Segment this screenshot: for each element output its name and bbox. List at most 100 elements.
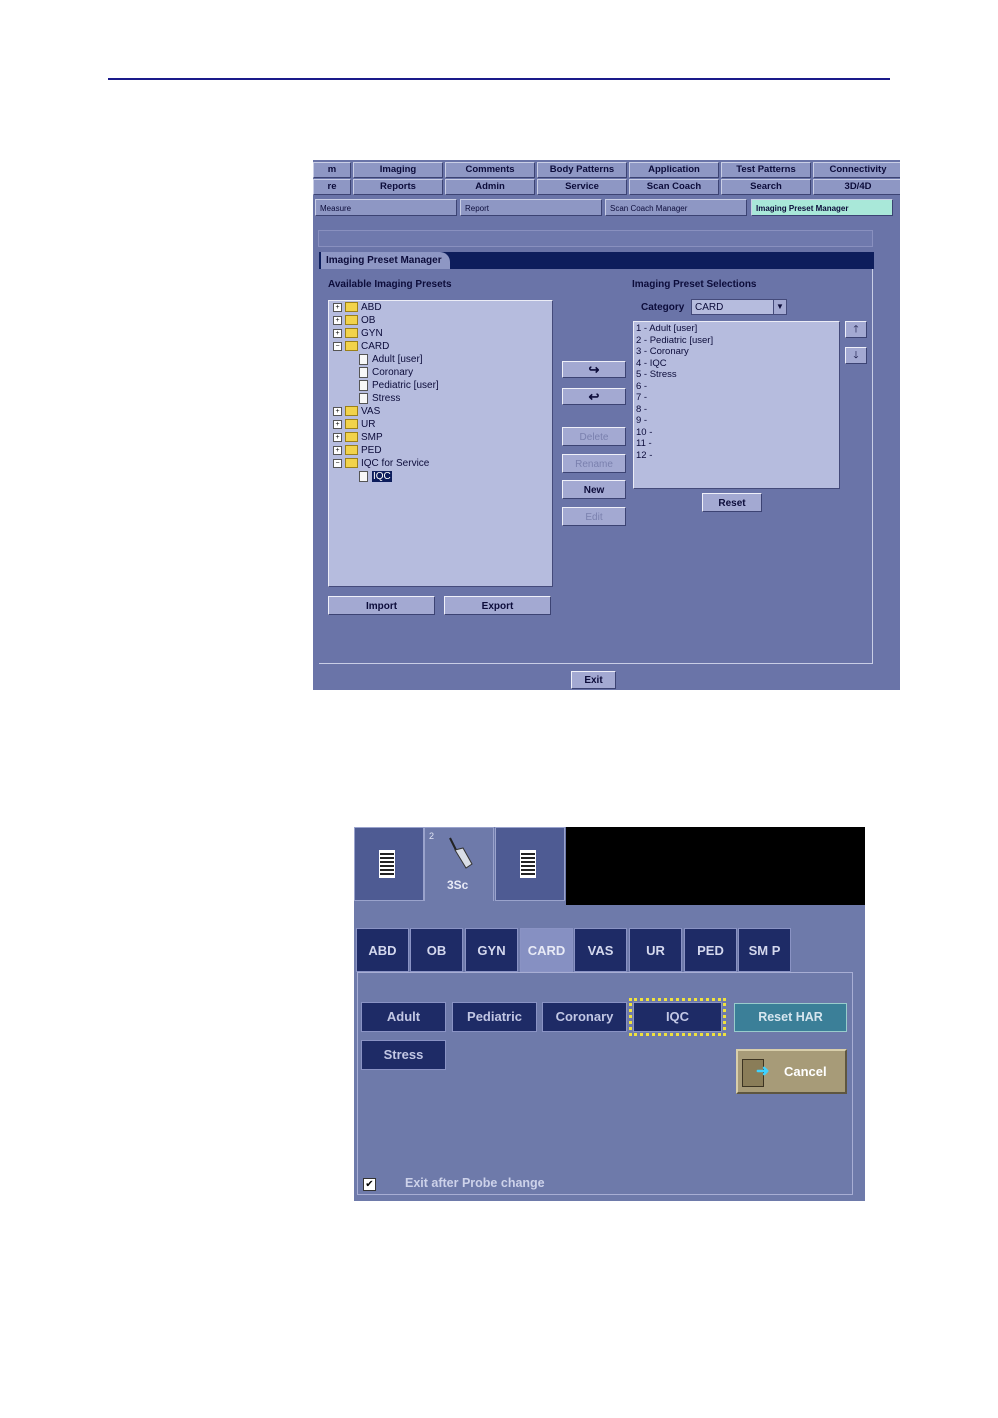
expand-plus-icon[interactable]: + bbox=[333, 315, 342, 325]
selection-slot-4[interactable]: 4 - IQC bbox=[636, 358, 667, 369]
preset-coronary-button[interactable]: Coronary bbox=[542, 1002, 627, 1032]
subtab-measure[interactable]: Measure bbox=[315, 199, 457, 216]
top-tabs-row-1: m Imaging Comments Body Patterns Applica… bbox=[313, 162, 900, 178]
tab-imaging[interactable]: Imaging bbox=[353, 162, 443, 178]
selection-slot-6[interactable]: 6 - bbox=[636, 381, 647, 392]
document-icon bbox=[359, 354, 368, 365]
subtab-report[interactable]: Report bbox=[460, 199, 602, 216]
category-gyn-button[interactable]: GYN bbox=[465, 928, 518, 972]
selection-slot-2[interactable]: 2 - Pediatric [user] bbox=[636, 335, 713, 346]
tab-search[interactable]: Search bbox=[721, 179, 811, 195]
move-right-arrow-icon[interactable]: ↪ bbox=[562, 361, 626, 378]
preset-pediatric-button[interactable]: Pediatric bbox=[452, 1002, 537, 1032]
selection-slot-8[interactable]: 8 - bbox=[636, 404, 647, 415]
tab-reports[interactable]: Reports bbox=[353, 179, 443, 195]
tree-node-vas[interactable]: + VAS bbox=[333, 406, 380, 418]
selection-slot-9[interactable]: 9 - bbox=[636, 415, 647, 426]
document-icon bbox=[359, 393, 368, 404]
exit-button[interactable]: Exit bbox=[571, 671, 616, 689]
tree-node-coronary[interactable]: Coronary bbox=[359, 367, 413, 379]
probe-port-2[interactable]: 2 3Sc bbox=[424, 827, 494, 901]
tree-node-gyn[interactable]: + GYN bbox=[333, 328, 383, 340]
expand-plus-icon[interactable]: + bbox=[333, 445, 342, 455]
expand-plus-icon[interactable]: + bbox=[333, 432, 342, 442]
tab-software[interactable]: re bbox=[313, 179, 351, 195]
collapse-minus-icon[interactable]: − bbox=[333, 341, 342, 351]
tree-node-iqc-for-service[interactable]: − IQC for Service bbox=[333, 458, 429, 470]
category-label: Category bbox=[641, 302, 685, 313]
rename-button[interactable]: Rename bbox=[562, 454, 626, 473]
edit-button[interactable]: Edit bbox=[562, 507, 626, 526]
tab-test-patterns[interactable]: Test Patterns bbox=[721, 162, 811, 178]
selection-slot-10[interactable]: 10 - bbox=[636, 427, 652, 438]
header-rule bbox=[108, 78, 890, 80]
selection-slot-11[interactable]: 11 - bbox=[636, 438, 652, 449]
tree-node-ob[interactable]: + OB bbox=[333, 315, 375, 327]
selection-slot-5[interactable]: 5 - Stress bbox=[636, 369, 677, 380]
dropdown-arrow-icon[interactable]: ▼ bbox=[773, 300, 786, 314]
tab-comments[interactable]: Comments bbox=[445, 162, 535, 178]
category-ped-button[interactable]: PED bbox=[684, 928, 737, 972]
category-select[interactable]: CARD ▼ bbox=[691, 299, 787, 315]
move-down-arrow-icon[interactable]: 🡓 bbox=[845, 347, 867, 364]
folder-icon bbox=[345, 406, 358, 417]
tree-node-card[interactable]: − CARD bbox=[333, 341, 389, 353]
collapse-minus-icon[interactable]: − bbox=[333, 458, 342, 468]
probe-port-3[interactable] bbox=[495, 827, 565, 901]
tab-3d4d[interactable]: 3D/4D bbox=[813, 179, 900, 195]
new-button[interactable]: New bbox=[562, 480, 626, 499]
document-icon bbox=[359, 367, 368, 378]
category-abd-button[interactable]: ABD bbox=[356, 928, 409, 972]
expand-plus-icon[interactable]: + bbox=[333, 302, 342, 312]
category-vas-button[interactable]: VAS bbox=[574, 928, 627, 972]
subtab-scan-coach-manager[interactable]: Scan Coach Manager bbox=[605, 199, 747, 216]
tab-system[interactable]: m bbox=[313, 162, 351, 178]
cancel-button[interactable]: ➜ Cancel bbox=[736, 1049, 847, 1094]
tab-service[interactable]: Service bbox=[537, 179, 627, 195]
selection-slot-7[interactable]: 7 - bbox=[636, 392, 647, 403]
selection-slot-1[interactable]: 1 - Adult [user] bbox=[636, 323, 697, 334]
top-tabs-row-2: re Reports Admin Service Scan Coach Sear… bbox=[313, 179, 900, 195]
expand-plus-icon[interactable]: + bbox=[333, 406, 342, 416]
move-up-arrow-icon[interactable]: 🡑 bbox=[845, 321, 867, 338]
reset-har-button[interactable]: Reset HAR bbox=[734, 1003, 847, 1032]
tree-node-smp[interactable]: + SMP bbox=[333, 432, 383, 444]
preset-selection-list[interactable]: 1 - Adult [user] 2 - Pediatric [user] 3 … bbox=[633, 321, 840, 489]
tree-node-adult-user[interactable]: Adult [user] bbox=[359, 354, 423, 366]
preset-stress-button[interactable]: Stress bbox=[361, 1040, 446, 1070]
tree-node-ped[interactable]: + PED bbox=[333, 445, 382, 457]
probe-icon bbox=[449, 837, 473, 869]
probe-port-number: 2 bbox=[429, 831, 435, 841]
move-left-arrow-icon[interactable]: ↩ bbox=[562, 388, 626, 405]
expand-plus-icon[interactable]: + bbox=[333, 328, 342, 338]
tab-admin[interactable]: Admin bbox=[445, 179, 535, 195]
category-ur-button[interactable]: UR bbox=[629, 928, 682, 972]
expand-plus-icon[interactable]: + bbox=[333, 419, 342, 429]
selection-slot-12[interactable]: 12 - bbox=[636, 450, 652, 461]
tab-connectivity[interactable]: Connectivity bbox=[813, 162, 900, 178]
preset-iqc-button[interactable]: IQC bbox=[629, 998, 726, 1036]
tree-node-stress[interactable]: Stress bbox=[359, 393, 400, 405]
tab-body-patterns[interactable]: Body Patterns bbox=[537, 162, 627, 178]
import-button[interactable]: Import bbox=[328, 596, 435, 615]
reset-button[interactable]: Reset bbox=[702, 493, 762, 512]
folder-icon bbox=[345, 328, 358, 339]
empty-probe-slot-icon bbox=[379, 850, 395, 878]
tree-node-ur[interactable]: + UR bbox=[333, 419, 375, 431]
subtab-imaging-preset-manager[interactable]: Imaging Preset Manager bbox=[751, 199, 893, 216]
preset-adult-button[interactable]: Adult bbox=[361, 1002, 446, 1032]
export-button[interactable]: Export bbox=[444, 596, 551, 615]
tab-scan-coach[interactable]: Scan Coach bbox=[629, 179, 719, 195]
preset-tree[interactable]: + ABD + OB + GYN − CARD Adult [user] Coronar… bbox=[328, 300, 553, 587]
tab-application[interactable]: Application bbox=[629, 162, 719, 178]
tree-node-abd[interactable]: + ABD bbox=[333, 302, 382, 314]
category-smp-button[interactable]: SM P bbox=[738, 928, 791, 972]
delete-button[interactable]: Delete bbox=[562, 427, 626, 446]
exit-after-probe-change-checkbox[interactable]: ✔ bbox=[363, 1178, 376, 1191]
tree-node-pediatric-user[interactable]: Pediatric [user] bbox=[359, 380, 439, 392]
category-card-button[interactable]: CARD bbox=[520, 928, 573, 972]
tree-node-iqc[interactable]: IQC bbox=[359, 471, 392, 483]
selection-slot-3[interactable]: 3 - Coronary bbox=[636, 346, 689, 357]
probe-port-1[interactable] bbox=[354, 827, 424, 901]
category-ob-button[interactable]: OB bbox=[410, 928, 463, 972]
